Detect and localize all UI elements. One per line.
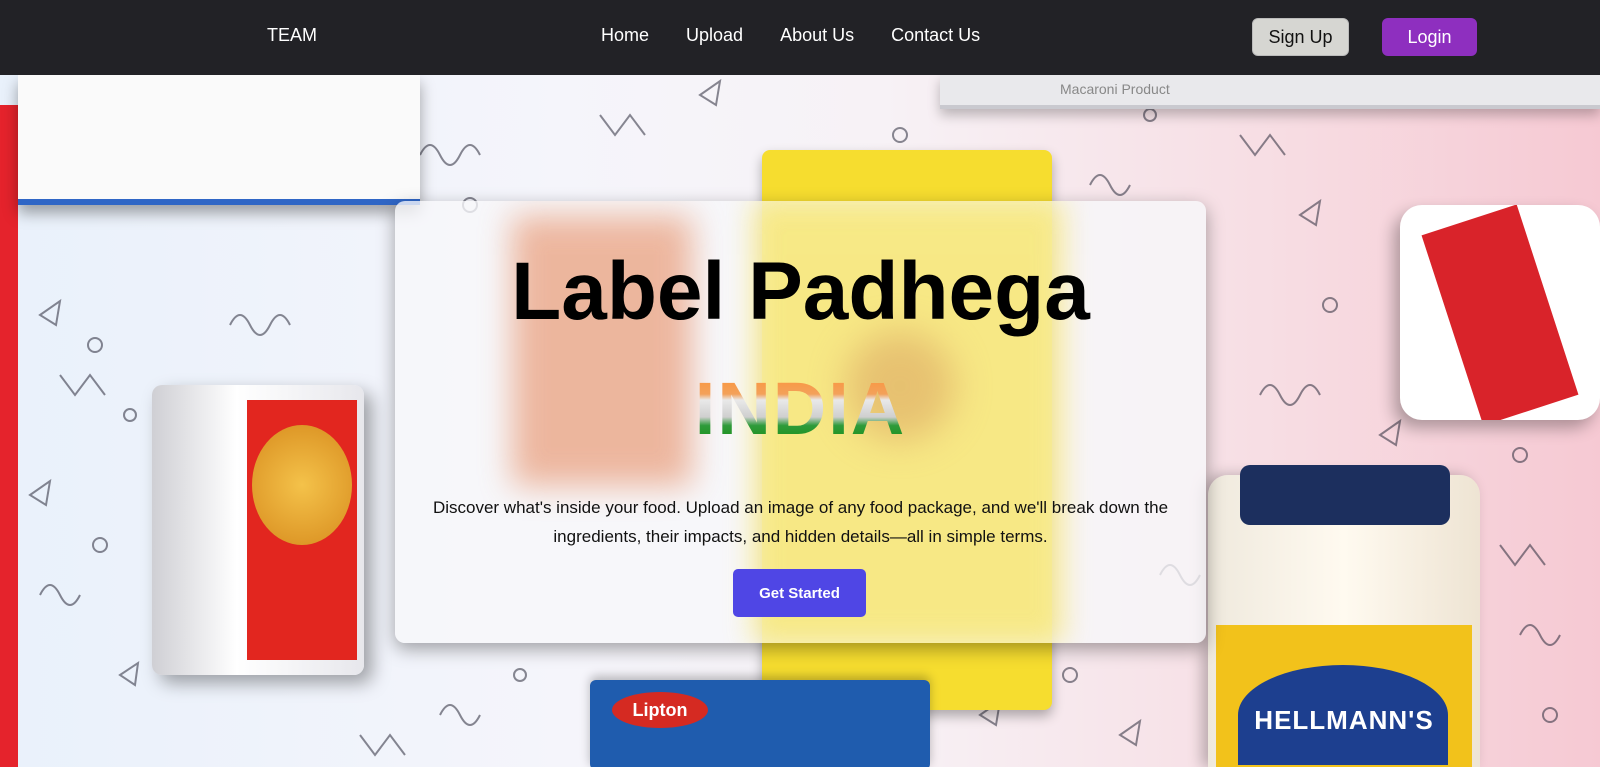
- nav-links: Home Upload About Us Contact Us: [601, 25, 1017, 46]
- onion-can-label: [1421, 205, 1579, 420]
- macaroni-box-text: Macaroni Product: [1060, 81, 1170, 97]
- mayo-brand-text: HELLMANN'S: [1254, 705, 1434, 735]
- sign-up-button[interactable]: Sign Up: [1252, 18, 1349, 56]
- flour-bag-image: [18, 75, 420, 205]
- jar-lid: [1240, 465, 1450, 525]
- fried-onions-can-image: [1400, 205, 1600, 420]
- nav-link-about-us[interactable]: About Us: [780, 25, 854, 46]
- hero-description: Discover what's inside your food. Upload…: [432, 498, 1169, 546]
- nav-link-home[interactable]: Home: [601, 25, 649, 46]
- lipton-box-image: Lipton: [590, 680, 930, 767]
- hero-title: Label Padhega: [511, 246, 1090, 337]
- red-box-edge: [0, 105, 18, 767]
- login-button[interactable]: Login: [1382, 18, 1477, 56]
- nav-link-upload[interactable]: Upload: [686, 25, 743, 46]
- navbar: TEAM Home Upload About Us Contact Us Sig…: [0, 0, 1600, 75]
- mayonnaise-jar-image: HELLMANN'S: [1208, 465, 1480, 767]
- get-started-button[interactable]: Get Started: [733, 569, 866, 617]
- lipton-logo: Lipton: [612, 692, 708, 728]
- hero-card: Label Padhega INDIA Discover what's insi…: [395, 201, 1206, 643]
- can-food-photo: [252, 425, 352, 545]
- brand-logo[interactable]: TEAM: [267, 25, 317, 46]
- nav-link-contact-us[interactable]: Contact Us: [891, 25, 980, 46]
- macaroni-box-image: Macaroni Product: [940, 75, 1600, 109]
- hero-subtitle-india: INDIA: [395, 366, 1206, 451]
- soup-can-image: [152, 385, 364, 675]
